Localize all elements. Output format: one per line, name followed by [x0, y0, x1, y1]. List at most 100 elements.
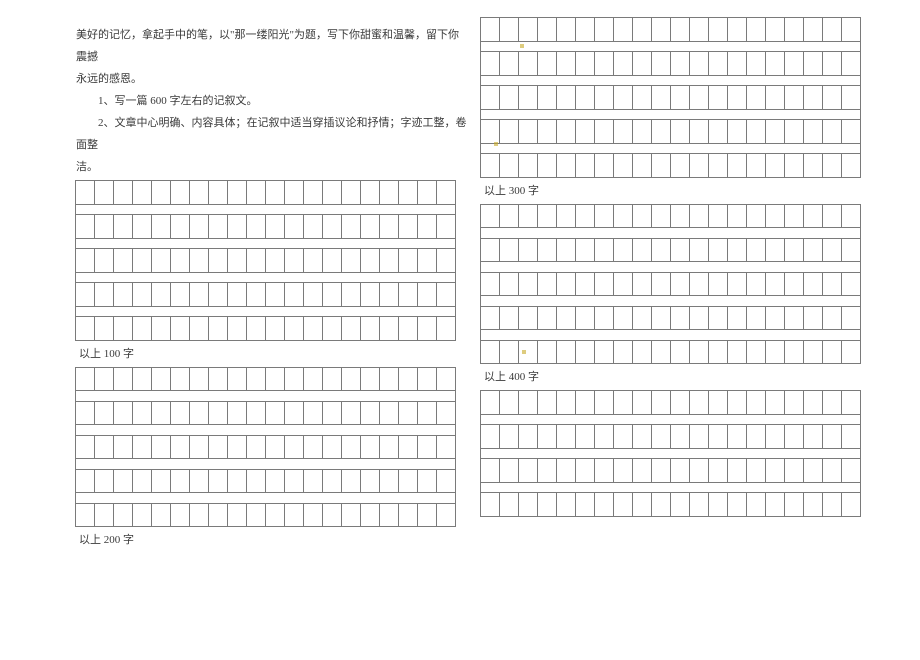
grid-cell[interactable]: [114, 215, 133, 239]
grid-cell[interactable]: [728, 86, 747, 110]
grid-cell[interactable]: [728, 18, 747, 42]
grid-cell[interactable]: [418, 470, 437, 494]
grid-cell[interactable]: [538, 459, 557, 483]
grid-cell[interactable]: [190, 215, 209, 239]
grid-cell[interactable]: [766, 391, 785, 415]
grid-cell[interactable]: [690, 341, 709, 365]
grid-cell[interactable]: [519, 307, 538, 331]
grid-cell[interactable]: [842, 459, 860, 483]
grid-cell[interactable]: [842, 18, 860, 42]
grid-cell[interactable]: [690, 205, 709, 229]
grid-cell[interactable]: [557, 459, 576, 483]
grid-cell[interactable]: [633, 391, 652, 415]
grid-cell[interactable]: [481, 205, 500, 229]
grid-cell[interactable]: [114, 368, 133, 392]
grid-cell[interactable]: [114, 504, 133, 528]
grid-cell[interactable]: [557, 425, 576, 449]
grid-cell[interactable]: [228, 215, 247, 239]
grid-cell[interactable]: [690, 239, 709, 263]
grid-cell[interactable]: [228, 249, 247, 273]
grid-cell[interactable]: [595, 307, 614, 331]
grid-cell[interactable]: [481, 341, 500, 365]
grid-cell[interactable]: [633, 307, 652, 331]
grid-cell[interactable]: [342, 368, 361, 392]
grid-cell[interactable]: [500, 307, 519, 331]
grid-cell[interactable]: [557, 120, 576, 144]
grid-cell[interactable]: [500, 391, 519, 415]
grid-cell[interactable]: [766, 459, 785, 483]
grid-cell[interactable]: [304, 504, 323, 528]
grid-cell[interactable]: [842, 273, 860, 297]
grid-cell[interactable]: [576, 425, 595, 449]
grid-cell[interactable]: [823, 425, 842, 449]
grid-cell[interactable]: [500, 273, 519, 297]
grid-cell[interactable]: [437, 215, 455, 239]
grid-cell[interactable]: [380, 249, 399, 273]
grid-cell[interactable]: [247, 283, 266, 307]
grid-cell[interactable]: [418, 368, 437, 392]
grid-cell[interactable]: [133, 470, 152, 494]
grid-cell[interactable]: [785, 154, 804, 178]
grid-cell[interactable]: [614, 52, 633, 76]
grid-cell[interactable]: [190, 283, 209, 307]
grid-cell[interactable]: [766, 120, 785, 144]
grid-cell[interactable]: [728, 459, 747, 483]
grid-cell[interactable]: [228, 283, 247, 307]
grid-cell[interactable]: [304, 470, 323, 494]
grid-cell[interactable]: [785, 493, 804, 517]
grid-cell[interactable]: [190, 249, 209, 273]
grid-cell[interactable]: [190, 470, 209, 494]
grid-cell[interactable]: [633, 493, 652, 517]
grid-cell[interactable]: [538, 154, 557, 178]
grid-cell[interactable]: [361, 181, 380, 205]
grid-cell[interactable]: [342, 504, 361, 528]
grid-cell[interactable]: [557, 273, 576, 297]
grid-cell[interactable]: [76, 402, 95, 426]
grid-cell[interactable]: [209, 181, 228, 205]
grid-cell[interactable]: [190, 504, 209, 528]
grid-cell[interactable]: [671, 205, 690, 229]
grid-cell[interactable]: [842, 391, 860, 415]
grid-cell[interactable]: [190, 402, 209, 426]
grid-cell[interactable]: [133, 249, 152, 273]
grid-cell[interactable]: [652, 239, 671, 263]
grid-cell[interactable]: [595, 239, 614, 263]
grid-cell[interactable]: [152, 249, 171, 273]
grid-cell[interactable]: [519, 425, 538, 449]
grid-cell[interactable]: [519, 273, 538, 297]
grid-cell[interactable]: [304, 317, 323, 341]
grid-cell[interactable]: [785, 52, 804, 76]
grid-cell[interactable]: [652, 273, 671, 297]
grid-cell[interactable]: [418, 504, 437, 528]
grid-cell[interactable]: [285, 368, 304, 392]
grid-cell[interactable]: [361, 504, 380, 528]
grid-cell[interactable]: [437, 504, 455, 528]
grid-cell[interactable]: [557, 391, 576, 415]
grid-cell[interactable]: [133, 283, 152, 307]
grid-cell[interactable]: [500, 425, 519, 449]
grid-cell[interactable]: [785, 307, 804, 331]
grid-cell[interactable]: [747, 86, 766, 110]
grid-cell[interactable]: [538, 120, 557, 144]
grid-cell[interactable]: [285, 317, 304, 341]
grid-cell[interactable]: [652, 307, 671, 331]
grid-cell[interactable]: [614, 18, 633, 42]
grid-cell[interactable]: [557, 86, 576, 110]
grid-cell[interactable]: [652, 18, 671, 42]
grid-cell[interactable]: [361, 436, 380, 460]
grid-cell[interactable]: [114, 436, 133, 460]
grid-cell[interactable]: [747, 391, 766, 415]
grid-cell[interactable]: [171, 181, 190, 205]
grid-cell[interactable]: [690, 459, 709, 483]
grid-cell[interactable]: [728, 52, 747, 76]
grid-cell[interactable]: [652, 425, 671, 449]
grid-cell[interactable]: [114, 283, 133, 307]
grid-cell[interactable]: [171, 317, 190, 341]
grid-cell[interactable]: [519, 18, 538, 42]
grid-cell[interactable]: [209, 283, 228, 307]
grid-cell[interactable]: [804, 86, 823, 110]
grid-cell[interactable]: [437, 368, 455, 392]
grid-cell[interactable]: [342, 181, 361, 205]
grid-cell[interactable]: [671, 307, 690, 331]
grid-cell[interactable]: [804, 52, 823, 76]
